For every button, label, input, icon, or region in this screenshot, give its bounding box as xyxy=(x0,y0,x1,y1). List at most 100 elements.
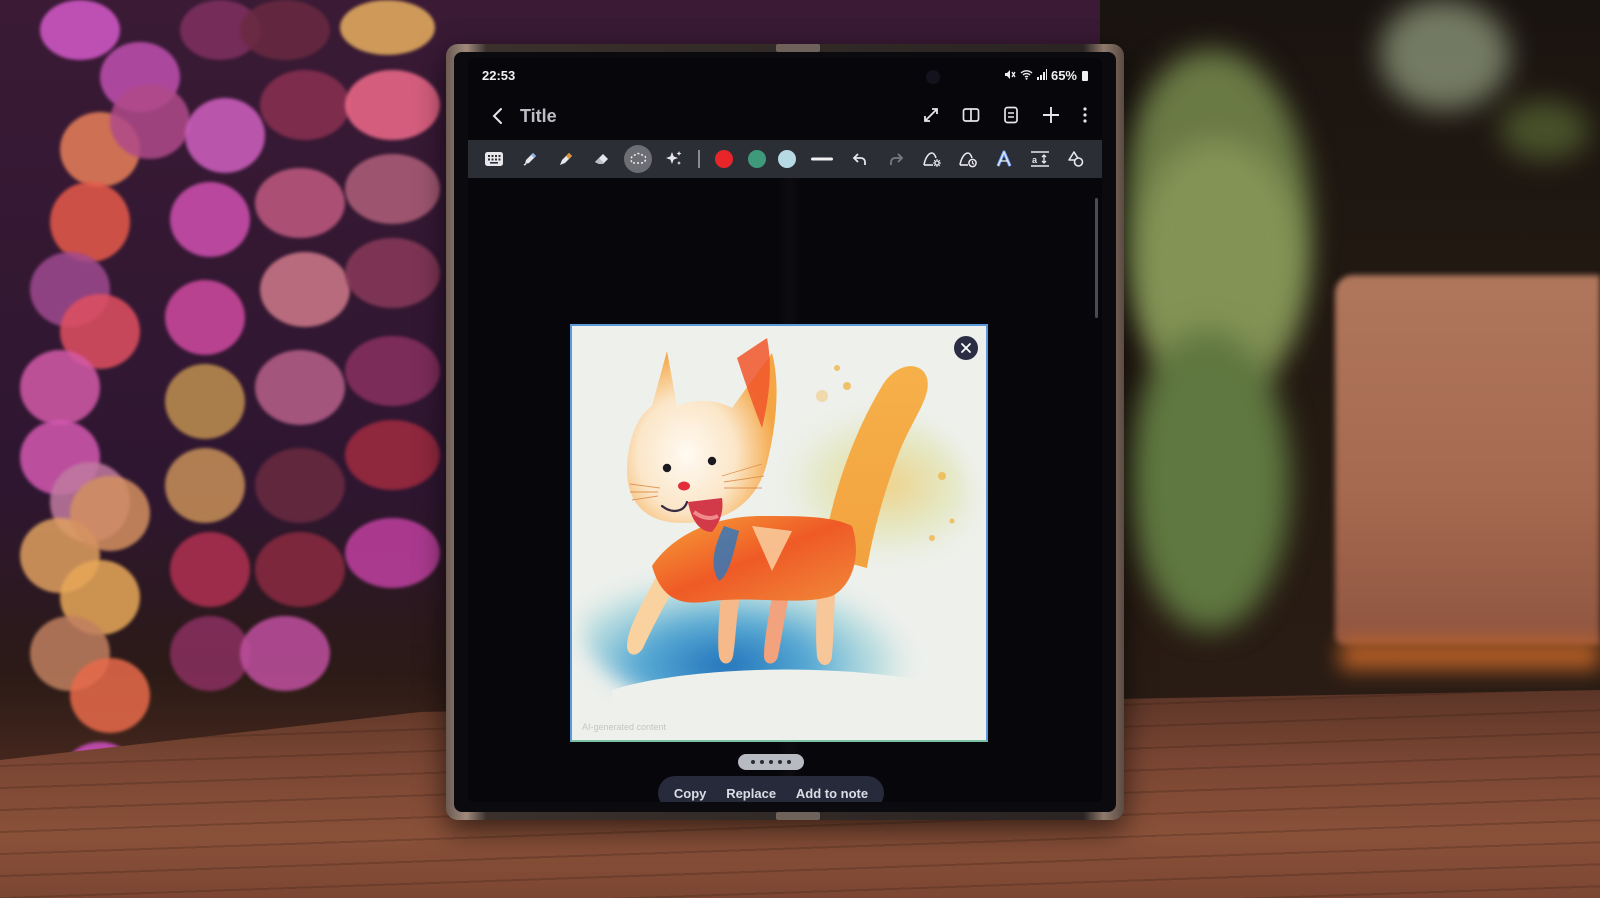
chevron-left-icon xyxy=(492,108,502,124)
cat-illustration xyxy=(572,326,986,740)
stroke-width-button[interactable] xyxy=(802,144,842,174)
line-width-icon xyxy=(811,157,833,161)
bokeh-light xyxy=(255,350,345,425)
image-action-popup: Copy Replace Add to note xyxy=(658,776,884,802)
ai-watermark: AI-generated content xyxy=(582,722,667,732)
bokeh-light xyxy=(170,616,250,691)
pager-dot xyxy=(787,760,791,764)
plant-pot xyxy=(1335,275,1600,645)
more-options-button[interactable] xyxy=(1080,104,1090,126)
pager-dot xyxy=(760,760,764,764)
notes-app-screen: 22:53 65% Title a AI-generated content C… xyxy=(468,58,1102,802)
book-icon xyxy=(962,108,980,122)
pot-rim xyxy=(1340,640,1600,670)
eraser-icon xyxy=(595,154,608,164)
bokeh-light xyxy=(165,280,245,355)
drawing-style-button[interactable] xyxy=(950,144,986,174)
color-swatch xyxy=(778,150,796,168)
pager-dot xyxy=(751,760,755,764)
bokeh-light xyxy=(255,448,345,523)
expand-icon xyxy=(924,108,938,122)
bokeh-light xyxy=(70,658,150,733)
undo-button[interactable] xyxy=(842,144,878,174)
keyboard-icon xyxy=(485,152,503,166)
status-icons: 65% xyxy=(1004,68,1088,83)
expand-button[interactable] xyxy=(920,104,942,126)
pen-tool[interactable] xyxy=(512,144,548,174)
color-swatch xyxy=(748,150,766,168)
shapes-icon xyxy=(1068,151,1084,167)
bokeh-light xyxy=(345,238,440,308)
highlighter-icon xyxy=(560,153,572,165)
keyboard-tool[interactable] xyxy=(476,144,512,174)
hinge-top xyxy=(776,44,820,52)
app-bar-actions xyxy=(920,104,1090,126)
hinge-bottom xyxy=(776,812,820,820)
scrollbar[interactable] xyxy=(1095,198,1098,318)
drawing-style-icon xyxy=(959,152,977,168)
app-bar: Title xyxy=(468,94,1102,140)
add-to-note-button[interactable]: Add to note xyxy=(794,782,870,803)
bokeh-light xyxy=(345,518,440,588)
text-format-icon xyxy=(996,150,1012,167)
selected-indicator xyxy=(624,145,652,173)
page-list-button[interactable] xyxy=(1000,104,1022,126)
battery-percent: 65% xyxy=(1050,68,1077,83)
note-title[interactable]: Title xyxy=(520,106,557,127)
close-icon xyxy=(961,343,971,353)
sketch-to-image-button[interactable] xyxy=(914,144,950,174)
redo-icon xyxy=(890,153,904,165)
generated-image[interactable]: AI-generated content xyxy=(570,324,988,742)
bokeh-light xyxy=(345,70,440,140)
lasso-select-tool[interactable] xyxy=(620,144,656,174)
text-spacing-icon: a xyxy=(1031,151,1049,167)
bokeh-light xyxy=(40,0,120,60)
toolbar-divider xyxy=(698,150,700,168)
svg-text:a: a xyxy=(1032,155,1038,165)
redo-button[interactable] xyxy=(878,144,914,174)
pager-dot xyxy=(769,760,773,764)
plus-icon xyxy=(1043,107,1059,123)
shapes-button[interactable] xyxy=(1058,144,1094,174)
book-view-button[interactable] xyxy=(960,104,982,126)
signal-icon xyxy=(1036,68,1047,83)
pager-dot xyxy=(778,760,782,764)
color-green[interactable] xyxy=(742,144,772,174)
undo-icon xyxy=(852,153,866,165)
bokeh-light xyxy=(260,252,350,327)
pen-icon xyxy=(523,153,536,166)
bokeh-light xyxy=(345,420,440,490)
copy-button[interactable]: Copy xyxy=(672,782,709,803)
front-camera xyxy=(926,70,940,84)
bokeh-light xyxy=(170,532,250,607)
plant-leaf xyxy=(1500,100,1590,160)
bokeh-light xyxy=(185,98,265,173)
note-canvas[interactable]: AI-generated content Copy Replace Add to… xyxy=(468,178,1102,802)
add-page-button[interactable] xyxy=(1040,104,1062,126)
bokeh-light xyxy=(255,532,345,607)
bokeh-light xyxy=(165,364,245,439)
page-list-icon xyxy=(1004,106,1018,124)
ai-assist-tool[interactable] xyxy=(656,144,692,174)
replace-button[interactable]: Replace xyxy=(724,782,778,803)
color-light-blue[interactable] xyxy=(772,144,802,174)
highlighter-tool[interactable] xyxy=(548,144,584,174)
image-pager[interactable] xyxy=(738,754,804,770)
color-red[interactable] xyxy=(706,144,742,174)
lasso-icon xyxy=(630,152,647,164)
text-style-button[interactable] xyxy=(986,144,1022,174)
color-swatch xyxy=(715,150,733,168)
bokeh-light xyxy=(260,70,350,140)
bokeh-light xyxy=(70,476,150,551)
sparkles-icon xyxy=(666,151,682,165)
close-button[interactable] xyxy=(954,336,978,360)
text-spacing-button[interactable]: a xyxy=(1022,144,1058,174)
bokeh-light xyxy=(255,168,345,238)
bokeh-light xyxy=(340,0,435,55)
eraser-tool[interactable] xyxy=(584,144,620,174)
drawing-assist-icon xyxy=(923,152,941,167)
bokeh-light xyxy=(345,154,440,224)
status-time: 22:53 xyxy=(482,68,516,83)
back-button[interactable] xyxy=(486,104,510,128)
plant-leaf xyxy=(1380,0,1510,110)
